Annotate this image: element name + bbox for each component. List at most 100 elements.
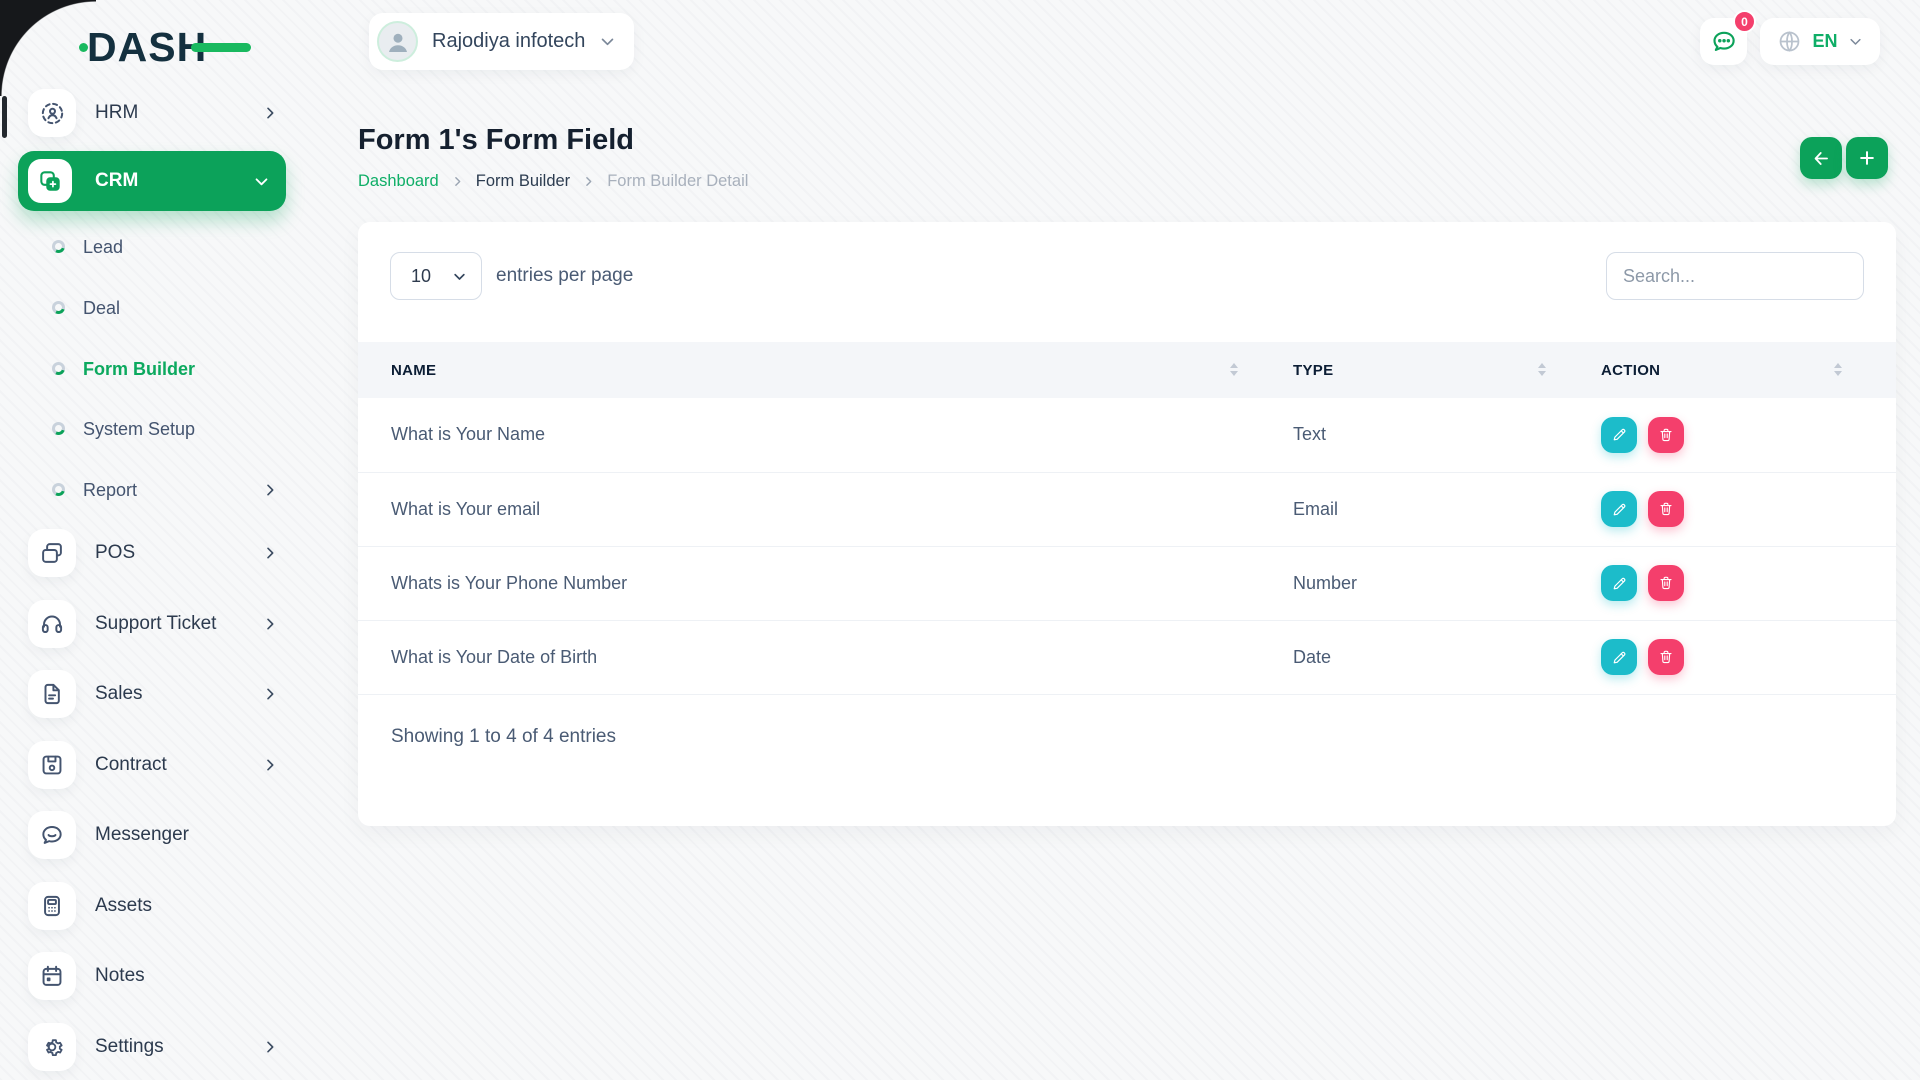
sidebar-item-assets[interactable]: Assets [0, 882, 300, 930]
language-selector[interactable]: EN [1760, 18, 1880, 65]
form-fields-table: NAME TYPE ACTION What is Your Name Text [358, 342, 1896, 695]
save-icon [28, 741, 76, 789]
arrow-left-icon [1812, 149, 1831, 168]
sort-icon[interactable] [1538, 363, 1546, 376]
sidebar-item-hrm[interactable]: HRM [0, 89, 300, 137]
edit-button[interactable] [1601, 417, 1637, 453]
app-screen: DASH Rajodiya infotech 0 EN [0, 0, 1920, 1080]
column-header-action[interactable]: ACTION [1568, 342, 1896, 398]
sidebar-item-label: CRM [95, 151, 138, 211]
chevron-down-icon [1848, 34, 1863, 49]
document-icon [28, 670, 76, 718]
workspace-switcher[interactable]: Rajodiya infotech [369, 13, 634, 70]
field-type: Text [1260, 398, 1568, 472]
chevron-down-icon [253, 173, 270, 190]
sidebar-item-label: System Setup [83, 416, 195, 442]
pencil-icon [1611, 501, 1628, 518]
sidebar-item-lead[interactable]: Lead [0, 234, 300, 260]
sidebar-item-settings[interactable]: Settings [0, 1023, 300, 1071]
sidebar-item-crm[interactable]: CRM [18, 151, 286, 211]
sidebar-item-sales[interactable]: Sales [0, 670, 300, 718]
pencil-icon [1611, 575, 1628, 592]
chevron-down-icon [599, 33, 616, 50]
delete-button[interactable] [1648, 417, 1684, 453]
edit-button[interactable] [1601, 565, 1637, 601]
bullet-icon [52, 422, 65, 435]
search-input[interactable] [1606, 252, 1864, 300]
sort-icon[interactable] [1834, 363, 1842, 376]
field-type: Email [1260, 472, 1568, 546]
trash-icon [1658, 427, 1674, 443]
delete-button[interactable] [1648, 491, 1684, 527]
delete-button[interactable] [1648, 639, 1684, 675]
page-title: Form 1's Form Field [358, 124, 634, 157]
pencil-icon [1611, 649, 1628, 666]
chat-icon [1710, 28, 1737, 55]
sidebar-item-label: Notes [95, 952, 145, 1000]
column-header-type[interactable]: TYPE [1260, 342, 1568, 398]
sort-icon[interactable] [1230, 363, 1238, 376]
sidebar-item-contract[interactable]: Contract [0, 741, 300, 789]
messages-button[interactable]: 0 [1700, 18, 1747, 65]
sidebar-item-label: Assets [95, 882, 152, 930]
sidebar-item-pos[interactable]: POS [0, 529, 300, 577]
field-name: Whats is Your Phone Number [358, 546, 1260, 620]
breadcrumb-form-builder[interactable]: Form Builder [476, 172, 570, 191]
chevron-right-icon [262, 105, 278, 121]
delete-button[interactable] [1648, 565, 1684, 601]
company-name: Rajodiya infotech [432, 30, 585, 53]
breadcrumb-current: Form Builder Detail [607, 172, 748, 191]
sidebar-item-form-builder[interactable]: Form Builder [0, 356, 300, 382]
sidebar-item-label: Sales [95, 670, 143, 718]
sidebar-item-label: Report [83, 477, 137, 503]
trash-icon [1658, 649, 1674, 665]
sidebar-item-system-setup[interactable]: System Setup [0, 416, 300, 442]
entries-per-page-select[interactable]: 10 [390, 252, 482, 300]
chevron-right-icon [582, 175, 595, 188]
sidebar-item-report[interactable]: Report [0, 477, 300, 503]
column-header-name[interactable]: NAME [358, 342, 1260, 398]
field-name: What is Your Name [358, 398, 1260, 472]
plus-icon [1857, 148, 1877, 168]
table-row: What is Your email Email [358, 472, 1896, 546]
breadcrumb-dashboard[interactable]: Dashboard [358, 172, 439, 191]
form-fields-card: 10 entries per page NAME TYPE ACTION Wh [358, 222, 1896, 826]
sidebar-item-label: POS [95, 529, 135, 577]
sidebar-item-label: Deal [83, 295, 120, 321]
entries-per-page-label: entries per page [496, 222, 633, 330]
edit-button[interactable] [1601, 639, 1637, 675]
add-button[interactable] [1846, 137, 1888, 179]
bullet-icon [52, 362, 65, 375]
chevron-right-icon [262, 1039, 278, 1055]
back-button[interactable] [1800, 137, 1842, 179]
sidebar-item-support-ticket[interactable]: Support Ticket [0, 600, 300, 648]
bullet-icon [52, 301, 65, 314]
entries-summary: Showing 1 to 4 of 4 entries [391, 726, 616, 748]
headset-icon [28, 600, 76, 648]
user-avatar-icon [383, 27, 413, 57]
edit-button[interactable] [1601, 491, 1637, 527]
sidebar-item-label: Contract [95, 741, 167, 789]
trash-icon [1658, 575, 1674, 591]
field-name: What is Your Date of Birth [358, 620, 1260, 694]
chevron-right-icon [262, 757, 278, 773]
sidebar-item-notes[interactable]: Notes [0, 952, 300, 1000]
field-type: Date [1260, 620, 1568, 694]
sidebar-item-label: Support Ticket [95, 600, 216, 648]
sidebar-item-label: HRM [95, 89, 138, 137]
chevron-down-icon [452, 269, 467, 284]
chevron-right-icon [262, 616, 278, 632]
sidebar-item-messenger[interactable]: Messenger [0, 811, 300, 859]
gear-icon [28, 1023, 76, 1071]
table-header-row: NAME TYPE ACTION [358, 342, 1896, 398]
entries-per-page-value: 10 [411, 266, 431, 287]
chevron-right-icon [262, 545, 278, 561]
sidebar-item-label: Settings [95, 1023, 164, 1071]
globe-icon [1777, 29, 1802, 54]
language-code: EN [1812, 31, 1837, 52]
user-scan-icon [28, 89, 76, 137]
table-row: What is Your Date of Birth Date [358, 620, 1896, 694]
calendar-icon [28, 952, 76, 1000]
trash-icon [1658, 501, 1674, 517]
sidebar-item-deal[interactable]: Deal [0, 295, 300, 321]
